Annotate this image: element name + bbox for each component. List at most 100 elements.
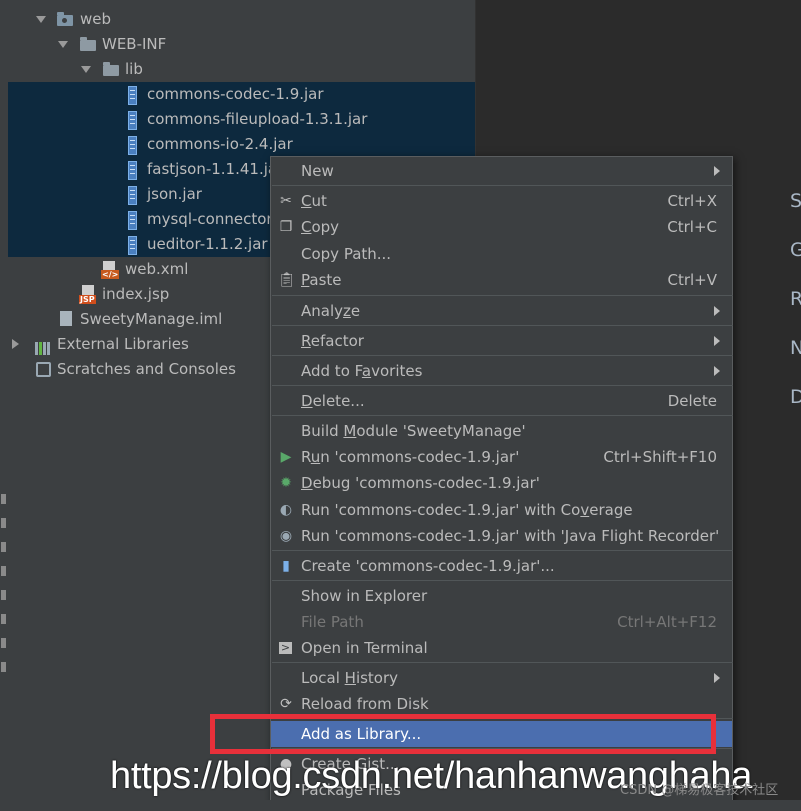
menu-item-open-in-terminal[interactable]: > Open in Terminal [271, 635, 732, 661]
tree-node-web[interactable]: web [0, 7, 470, 32]
menu-item-label: Cut [301, 192, 327, 210]
annotation-highlight-box [210, 714, 716, 754]
run-icon: ▶ [280, 449, 292, 465]
menu-separator [272, 550, 733, 551]
menu-item-label: Create 'commons-codec-1.9.jar'... [301, 557, 555, 575]
menu-item-copy[interactable]: ❐ Copy Ctrl+C [271, 214, 732, 240]
terminal-icon: > [279, 641, 292, 654]
editor-text: G [790, 239, 801, 261]
menu-item-label: Build Module 'SweetyManage' [301, 422, 526, 440]
submenu-arrow-icon [714, 366, 720, 376]
side-tool-strip[interactable] [0, 480, 7, 800]
menu-separator [272, 415, 733, 416]
menu-separator [272, 295, 733, 296]
menu-item-analyze[interactable]: Analyze [271, 298, 732, 324]
editor-text: N [790, 337, 801, 359]
menu-item-new[interactable]: New [271, 158, 732, 184]
menu-shortcut: Ctrl+Alt+F12 [617, 613, 717, 631]
menu-item-label: Debug 'commons-codec-1.9.jar' [301, 474, 540, 492]
menu-item-show-in-explorer[interactable]: Show in Explorer [271, 583, 732, 609]
jsp-badge: JSP [79, 295, 96, 304]
menu-item-label: Local History [301, 669, 399, 687]
tree-node-web-inf[interactable]: WEB-INF [0, 32, 470, 57]
menu-item-label: Refactor [301, 332, 364, 350]
menu-item-label: Show in Explorer [301, 587, 428, 605]
menu-separator [272, 385, 733, 386]
profiler-icon: ◉ [279, 528, 293, 544]
menu-item-run[interactable]: ▶ Run 'commons-codec-1.9.jar' Ctrl+Shift… [271, 444, 732, 470]
submenu-arrow-icon [714, 336, 720, 346]
menu-item-label: Analyze [301, 302, 361, 320]
menu-item-refactor[interactable]: Refactor [271, 328, 732, 354]
tree-node-jar[interactable]: commons-codec-1.9.jar [8, 82, 470, 107]
tree-node-label: lib [125, 60, 143, 78]
xml-badge: </> [101, 270, 120, 279]
menu-separator [272, 580, 733, 581]
menu-shortcut: Delete [667, 392, 717, 410]
menu-item-label: Run 'commons-codec-1.9.jar' with Coverag… [301, 501, 633, 519]
menu-item-build-module[interactable]: Build Module 'SweetyManage' [271, 418, 732, 444]
chevron-down-icon[interactable] [58, 41, 68, 48]
scissors-icon: ✂ [280, 193, 292, 209]
menu-item-debug[interactable]: ✹ Debug 'commons-codec-1.9.jar' [271, 470, 732, 496]
tree-node-jar[interactable]: commons-fileupload-1.3.1.jar [8, 107, 470, 132]
menu-item-local-history[interactable]: Local History [271, 665, 732, 691]
menu-item-run-coverage[interactable]: ◐ Run 'commons-codec-1.9.jar' with Cover… [271, 497, 732, 523]
tree-node-label: commons-io-2.4.jar [147, 135, 293, 153]
status-bar [0, 800, 801, 811]
menu-shortcut: Ctrl+X [667, 192, 717, 210]
editor-text: S [790, 190, 801, 212]
tree-node-label: mysql-connector [147, 210, 273, 228]
chevron-down-icon[interactable] [81, 66, 91, 73]
tree-node-label: json.jar [147, 185, 202, 203]
library-icon [35, 338, 51, 355]
menu-item-paste[interactable]: 📋︎ Paste Ctrl+V [271, 267, 732, 293]
tree-node-lib[interactable]: lib [0, 57, 470, 82]
menu-item-label: Paste [301, 271, 342, 289]
jar-file-icon [128, 86, 137, 105]
tree-node-label: WEB-INF [102, 35, 167, 53]
menu-shortcut: Ctrl+V [667, 271, 717, 289]
clipboard-icon: 📋︎ [278, 272, 296, 288]
editor-text: D [790, 386, 801, 408]
module-file-icon [60, 311, 72, 326]
menu-item-label: Run 'commons-codec-1.9.jar' [301, 448, 520, 466]
menu-item-cut[interactable]: ✂ Cut Ctrl+X [271, 188, 732, 214]
web-folder-icon [57, 12, 73, 26]
submenu-arrow-icon [714, 306, 720, 316]
folder-icon [80, 37, 96, 51]
tree-node-label: Scratches and Consoles [57, 360, 236, 378]
jar-file-icon [128, 111, 137, 130]
jar-file-icon [128, 211, 137, 230]
menu-item-file-path[interactable]: File Path Ctrl+Alt+F12 [271, 609, 732, 635]
tree-node-label: index.jsp [102, 285, 170, 303]
menu-item-run-jfr[interactable]: ◉ Run 'commons-codec-1.9.jar' with 'Java… [271, 523, 732, 549]
menu-separator [272, 355, 733, 356]
scratch-icon [36, 362, 51, 377]
menu-item-label: Copy Path... [301, 245, 392, 263]
tree-node-jar[interactable]: commons-io-2.4.jar [8, 132, 470, 157]
tree-node-label: fastjson-1.1.41.jar [147, 160, 284, 178]
chevron-right-icon[interactable] [12, 339, 19, 349]
menu-item-create-jar[interactable]: ▮ Create 'commons-codec-1.9.jar'... [271, 553, 732, 579]
menu-separator [272, 662, 733, 663]
menu-shortcut: Ctrl+Shift+F10 [603, 448, 717, 466]
menu-separator [272, 325, 733, 326]
coverage-icon: ◐ [279, 502, 293, 518]
tree-node-label: web.xml [125, 260, 189, 278]
menu-item-label: Copy [301, 218, 340, 236]
submenu-arrow-icon [714, 673, 720, 683]
debug-icon: ✹ [280, 475, 292, 491]
jar-file-icon [128, 136, 137, 155]
menu-shortcut: Ctrl+C [667, 218, 717, 236]
tree-node-label: web [80, 10, 112, 28]
menu-item-delete[interactable]: Delete... Delete [271, 388, 732, 414]
menu-item-label: Run 'commons-codec-1.9.jar' with 'Java F… [301, 527, 720, 545]
jar-file-icon [128, 236, 137, 255]
menu-item-add-to-favorites[interactable]: Add to Favorites [271, 358, 732, 384]
context-menu: New ✂ Cut Ctrl+X ❐ Copy Ctrl+C Copy Path… [270, 156, 733, 811]
jar-file-icon [128, 186, 137, 205]
menu-separator [272, 185, 733, 186]
menu-item-copy-path[interactable]: Copy Path... [271, 241, 732, 267]
chevron-down-icon[interactable] [36, 16, 46, 23]
